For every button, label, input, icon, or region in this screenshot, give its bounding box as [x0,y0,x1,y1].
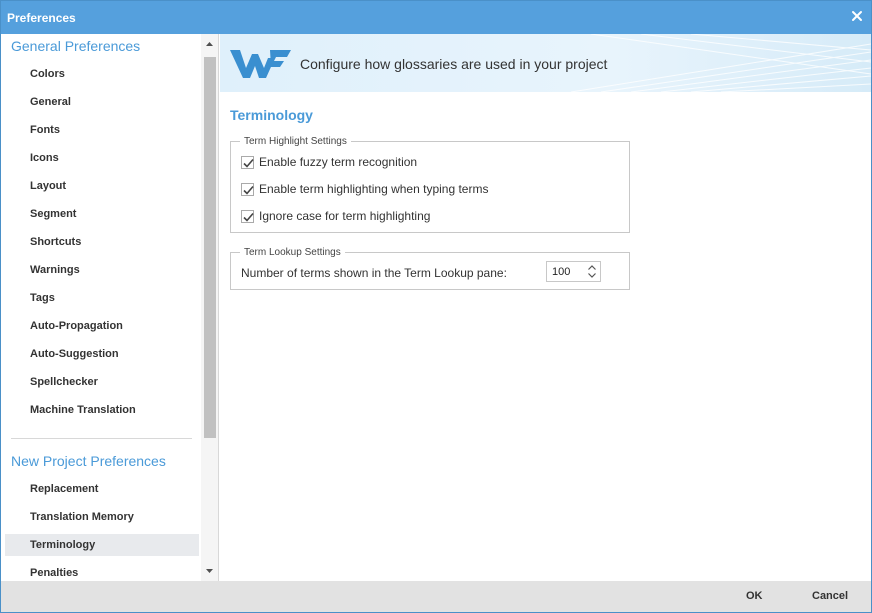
term-lookup-settings-legend: Term Lookup Settings [240,247,345,258]
cancel-button[interactable]: Cancel [812,590,848,602]
ignore-case-label: Ignore case for term highlighting [259,209,431,223]
header-banner: Configure how glossaries are used in you… [220,34,871,92]
fuzzy-term-label: Enable fuzzy term recognition [259,155,418,169]
term-highlighting-typing-checkbox[interactable] [241,182,254,196]
banner-decoration [571,34,871,92]
sidebar-item-shortcuts[interactable]: Shortcuts [5,231,199,253]
option-term-highlighting-typing[interactable]: Enable term highlighting when typing ter… [241,181,488,197]
preferences-content: Configure how glossaries are used in you… [220,34,871,581]
banner-tagline: Configure how glossaries are used in you… [300,56,608,72]
sidebar-item-tags[interactable]: Tags [5,287,199,309]
scrollbar-thumb[interactable] [204,57,216,438]
ok-button[interactable]: OK [746,590,763,602]
sidebar-item-layout[interactable]: Layout [5,175,199,197]
sidebar-item-general[interactable]: General [5,91,199,113]
preferences-dialog: Preferences General Preferences Colors G… [0,0,872,613]
fuzzy-term-checkbox[interactable] [241,155,254,169]
new-project-preferences-heading: New Project Preferences [11,453,166,469]
sidebar-item-penalties[interactable]: Penalties [5,562,199,581]
term-highlighting-typing-label: Enable term highlighting when typing ter… [259,182,489,196]
term-lookup-settings-group: Term Lookup Settings Number of terms sho… [230,247,630,290]
dialog-footer: OK Cancel [1,581,871,612]
sidebar-item-machine-translation[interactable]: Machine Translation [5,399,199,421]
sidebar-item-warnings[interactable]: Warnings [5,259,199,281]
sidebar-item-auto-propagation[interactable]: Auto-Propagation [5,315,199,337]
option-ignore-case[interactable]: Ignore case for term highlighting [241,208,430,224]
scroll-down-arrow-icon[interactable] [201,562,218,579]
sidebar-item-translation-memory[interactable]: Translation Memory [5,506,199,528]
preferences-sidebar: General Preferences Colors General Fonts… [1,34,219,581]
sidebar-item-fonts[interactable]: Fonts [5,119,199,141]
close-icon[interactable] [849,8,865,24]
term-highlight-settings-legend: Term Highlight Settings [240,136,351,147]
scroll-up-arrow-icon[interactable] [201,36,218,53]
general-preferences-heading: General Preferences [11,38,141,54]
sidebar-divider [11,438,192,439]
sidebar-item-terminology[interactable]: Terminology [5,534,199,556]
term-highlight-settings-group: Term Highlight Settings Enable fuzzy ter… [230,136,630,233]
dialog-title: Preferences [7,11,76,25]
sidebar-scrollbar[interactable] [201,34,218,581]
sidebar-item-segment[interactable]: Segment [5,203,199,225]
term-lookup-count-stepper[interactable] [546,261,601,282]
term-lookup-count-input[interactable] [547,262,583,281]
stepper-arrows-icon[interactable] [586,263,598,280]
sidebar-item-spellchecker[interactable]: Spellchecker [5,371,199,393]
term-lookup-count-label: Number of terms shown in the Term Lookup… [241,266,507,280]
wf-logo-icon [228,46,292,85]
page-title: Terminology [230,107,313,123]
sidebar-item-replacement[interactable]: Replacement [5,478,199,500]
sidebar-item-colors[interactable]: Colors [5,63,199,85]
title-bar[interactable]: Preferences [1,1,871,34]
sidebar-item-icons[interactable]: Icons [5,147,199,169]
sidebar-item-auto-suggestion[interactable]: Auto-Suggestion [5,343,199,365]
option-fuzzy-term-recognition[interactable]: Enable fuzzy term recognition [241,154,417,170]
ignore-case-checkbox[interactable] [241,209,254,223]
